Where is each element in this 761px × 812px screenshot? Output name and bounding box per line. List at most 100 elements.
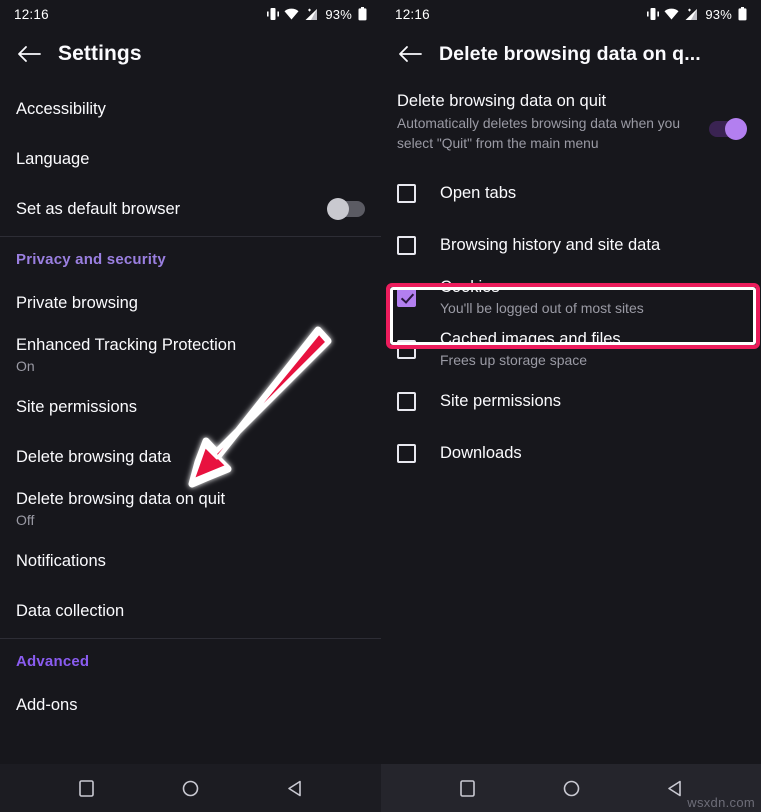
settings-item-status: On (16, 357, 365, 376)
master-toggle-label: Delete browsing data on quit (397, 90, 687, 112)
checkbox-cookies[interactable] (397, 288, 416, 307)
battery-percent-label: 93% (705, 7, 732, 22)
delete-data-checkbox-list: Open tabs Browsing history and site data… (381, 165, 761, 479)
android-nav-bar-left (0, 764, 381, 812)
checkbox-open-tabs[interactable] (397, 184, 416, 203)
master-toggle-description: Automatically deletes browsing data when… (397, 114, 687, 153)
status-clock: 12:16 (395, 7, 430, 22)
settings-item-private-browsing[interactable]: Private browsing (0, 278, 381, 328)
recents-square-icon[interactable] (454, 775, 480, 801)
vibrate-icon (647, 7, 659, 21)
home-circle-icon[interactable] (178, 775, 204, 801)
settings-item-data-collection[interactable]: Data collection (0, 586, 381, 636)
checkbox-row-open-tabs[interactable]: Open tabs (381, 167, 761, 219)
recents-square-icon[interactable] (74, 775, 100, 801)
back-triangle-icon[interactable] (662, 775, 688, 801)
screenshot-root: 12:16 93% Setti (0, 0, 761, 812)
checkbox-label: Browsing history and site data (440, 234, 745, 256)
settings-item-site-permissions[interactable]: Site permissions (0, 382, 381, 432)
label-wrap: Notifications (16, 550, 365, 572)
label-wrap: Delete browsing data (16, 446, 365, 468)
label-wrap: Delete browsing data on quit Off (16, 488, 365, 530)
back-triangle-icon[interactable] (282, 775, 308, 801)
status-bar-right: 12:16 93% (381, 0, 761, 28)
cellular-signal-icon (304, 8, 318, 21)
settings-item-label: Delete browsing data on quit (16, 488, 365, 510)
checkbox-label: Open tabs (440, 182, 745, 204)
label-wrap: Language (16, 148, 365, 170)
settings-item-accessibility[interactable]: Accessibility (0, 84, 381, 134)
battery-percent-label: 93% (325, 7, 352, 22)
checkbox-row-browsing-history-and-site-data[interactable]: Browsing history and site data (381, 219, 761, 271)
label-wrap: Private browsing (16, 292, 365, 314)
settings-item-label: Private browsing (16, 292, 365, 314)
label-wrap: Downloads (440, 442, 745, 464)
settings-item-label: Site permissions (16, 396, 365, 418)
label-wrap: Add-ons (16, 694, 365, 716)
checkbox-browsing-history-and-site-data[interactable] (397, 236, 416, 255)
checkbox-cached-images-and-files[interactable] (397, 340, 416, 359)
delete-on-quit-master-row[interactable]: Delete browsing data on quit Automatical… (381, 80, 761, 165)
checkbox-row-downloads[interactable]: Downloads (381, 427, 761, 479)
settings-item-delete-browsing-data[interactable]: Delete browsing data (0, 432, 381, 482)
label-wrap: Data collection (16, 600, 365, 622)
settings-item-label: Delete browsing data (16, 446, 365, 468)
settings-item-label: Enhanced Tracking Protection (16, 334, 365, 356)
settings-item-status: Off (16, 511, 365, 530)
settings-item-label: Accessibility (16, 98, 365, 120)
label-wrap: Set as default browser (16, 198, 317, 220)
page-title-left: Settings (58, 42, 142, 66)
settings-item-label: Set as default browser (16, 198, 317, 220)
label-wrap: Cached images and files Frees up storage… (440, 328, 745, 370)
checkbox-site-permissions[interactable] (397, 392, 416, 411)
settings-list: Accessibility Language Set as default br… (0, 80, 381, 730)
app-bar-right: Delete browsing data on q... (381, 28, 761, 80)
settings-item-set-as-default-browser[interactable]: Set as default browser (0, 184, 381, 234)
vibrate-icon (267, 7, 279, 21)
section-header-advanced: Advanced (0, 639, 381, 680)
label-wrap: Browsing history and site data (440, 234, 745, 256)
battery-icon (738, 7, 747, 21)
right-phone-panel: 12:16 93% Delet (381, 0, 761, 812)
label-wrap: Accessibility (16, 98, 365, 120)
back-arrow-icon-left[interactable] (14, 39, 44, 69)
checkbox-label: Downloads (440, 442, 745, 464)
back-arrow-icon-right[interactable] (395, 39, 425, 69)
checkbox-row-site-permissions[interactable]: Site permissions (381, 375, 761, 427)
label-wrap: Site permissions (16, 396, 365, 418)
label-wrap: Site permissions (440, 390, 745, 412)
checkbox-label: Site permissions (440, 390, 745, 412)
label-wrap: Cookies You'll be logged out of most sit… (440, 276, 745, 318)
settings-item-label: Data collection (16, 600, 365, 622)
battery-icon (358, 7, 367, 21)
section-header-privacy-and-security: Privacy and security (0, 237, 381, 278)
status-clock: 12:16 (14, 7, 49, 22)
settings-item-label: Notifications (16, 550, 365, 572)
cellular-signal-icon (684, 8, 698, 21)
checkbox-label: Cookies (440, 276, 745, 298)
checkbox-description: Frees up storage space (440, 351, 745, 370)
label-wrap: Enhanced Tracking Protection On (16, 334, 365, 376)
settings-item-language[interactable]: Language (0, 134, 381, 184)
checkbox-description: You'll be logged out of most sites (440, 299, 745, 318)
toggle-thumb (725, 118, 747, 140)
toggle-set-as-default-browser[interactable] (329, 201, 365, 217)
settings-item-delete-browsing-data-on-quit[interactable]: Delete browsing data on quit Off (0, 482, 381, 536)
checkbox-label: Cached images and files (440, 328, 745, 350)
settings-item-label: Add-ons (16, 694, 365, 716)
site-watermark: wsxdn.com (687, 795, 755, 810)
left-phone-panel: 12:16 93% Setti (0, 0, 381, 812)
home-circle-icon[interactable] (558, 775, 584, 801)
settings-item-label: Language (16, 148, 365, 170)
app-bar-left: Settings (0, 28, 381, 80)
settings-item-add-ons[interactable]: Add-ons (0, 680, 381, 730)
toggle-delete-on-quit[interactable] (709, 121, 745, 137)
label-wrap: Open tabs (440, 182, 745, 204)
checkbox-row-cookies[interactable]: Cookies You'll be logged out of most sit… (381, 271, 761, 323)
settings-item-enhanced-tracking-protection[interactable]: Enhanced Tracking Protection On (0, 328, 381, 382)
settings-item-notifications[interactable]: Notifications (0, 536, 381, 586)
status-icons: 93% (647, 7, 747, 22)
checkbox-downloads[interactable] (397, 444, 416, 463)
label-wrap: Delete browsing data on quit Automatical… (397, 90, 697, 153)
checkbox-row-cached-images-and-files[interactable]: Cached images and files Frees up storage… (381, 323, 761, 375)
